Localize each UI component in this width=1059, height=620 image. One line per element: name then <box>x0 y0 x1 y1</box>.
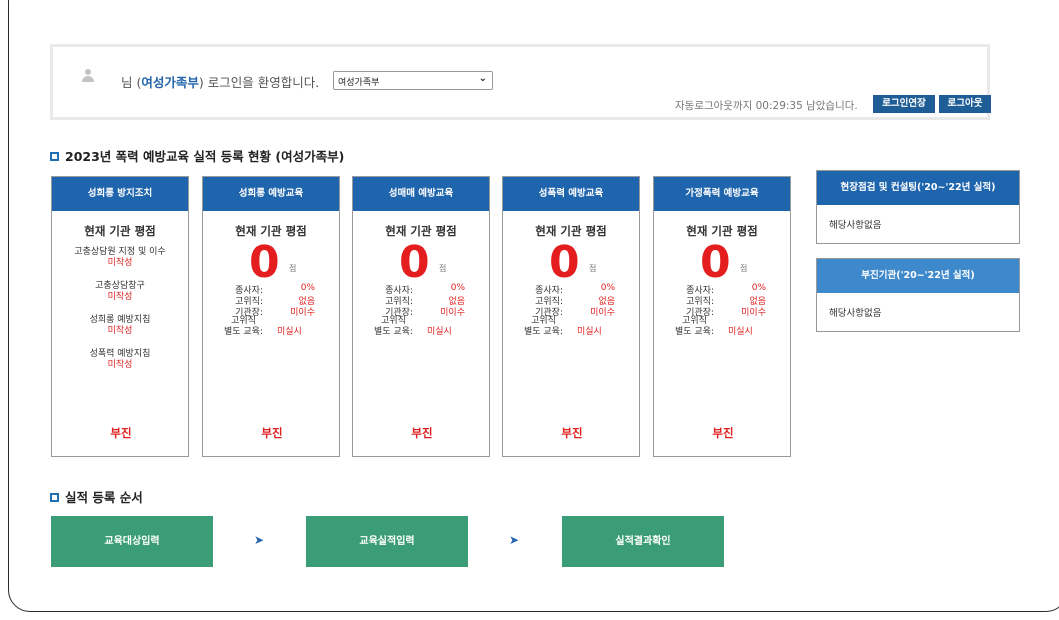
org-name: 여성가족부 <box>141 75 199 90</box>
panel-title: 현장점검 및 컨설팅('20~'22년 실적) <box>817 171 1019 205</box>
card-prostitution-education: 성매매 예방교육 현재 기관 평점 0 점 종사자: 0% 고위직: 없음 기관장:… <box>352 176 490 457</box>
list-item: 고충상담원 지정 및 이수 미작성 <box>74 247 166 268</box>
score-value: 0 <box>399 237 430 288</box>
arrow-right-icon: ➤ <box>254 533 265 547</box>
card-title: 가정폭력 예방교육 <box>654 177 790 211</box>
panel-underperforming-orgs: 부진기관('20~'22년 실적) 해당사항없음 <box>816 258 1020 332</box>
card-title: 성희롱 방지조치 <box>52 177 188 211</box>
logout-button[interactable]: 로그아웃 <box>939 95 991 113</box>
card-harassment-measures: 성희롱 방지조치 현재 기관 평점 고충상담원 지정 및 이수 미작성 고충상담… <box>51 176 189 457</box>
step-check-results-button[interactable]: 실적결과확인 <box>562 516 724 567</box>
section-title-status: 2023년 폭력 예방교육 실적 등록 현황 (여성가족부) <box>50 146 344 165</box>
login-bar: 님 (여성가족부) 로그인을 환영합니다. 여성가족부 ⌄ 자동로그아웃까지 0… <box>50 44 991 120</box>
score-unit: 점 <box>740 264 748 273</box>
org-select[interactable]: 여성가족부 ⌄ <box>333 71 493 90</box>
stats-list: 종사자: 0% 고위직: 없음 기관장: 미이수 고위직 별도 교육: 미실시 <box>223 283 315 337</box>
section-title-order: 실적 등록 순서 <box>50 487 143 506</box>
step-enter-targets-button[interactable]: 교육대상입력 <box>51 516 213 567</box>
square-bullet-icon <box>50 152 59 161</box>
status-badge: 부진 <box>261 426 283 440</box>
extend-login-button[interactable]: 로그인연장 <box>873 95 935 113</box>
card-title: 성희롱 예방교육 <box>203 177 339 211</box>
list-item: 고충상담창구 미작성 <box>95 281 145 302</box>
score-unit: 점 <box>589 264 597 273</box>
score-unit: 점 <box>289 264 297 273</box>
card-title: 성폭력 예방교육 <box>503 177 639 211</box>
card-title: 성매매 예방교육 <box>353 177 489 211</box>
panel-body: 해당사항없음 <box>829 308 882 319</box>
stats-list: 종사자: 0% 고위직: 없음 기관장: 미이수 고위직 별도 교육: 미실시 <box>373 283 465 337</box>
arrow-right-icon: ➤ <box>509 533 520 547</box>
status-badge: 부진 <box>561 426 583 440</box>
square-bullet-icon <box>50 493 59 502</box>
card-harassment-education: 성희롱 예방교육 현재 기관 평점 0 점 종사자: 0% 고위직: 없음 기관장:… <box>202 176 340 457</box>
chevron-down-icon: ⌄ <box>478 73 487 84</box>
status-badge: 부진 <box>110 426 132 440</box>
score-value: 0 <box>549 237 580 288</box>
score-value: 0 <box>249 237 280 288</box>
card-domestic-violence-education: 가정폭력 예방교육 현재 기관 평점 0 점 종사자: 0% 고위직: 없음 기관장… <box>653 176 791 457</box>
user-icon <box>81 69 95 83</box>
card-subtitle: 현재 기관 평점 <box>84 224 156 238</box>
list-item: 성희롱 예방지침 미작성 <box>89 315 151 336</box>
step-enter-results-button[interactable]: 교육실적입력 <box>306 516 468 567</box>
score-unit: 점 <box>439 264 447 273</box>
auto-logout-timer: 자동로그아웃까지 00:29:35 남았습니다. <box>675 100 858 112</box>
panel-title: 부진기관('20~'22년 실적) <box>817 259 1019 293</box>
card-sexual-violence-education: 성폭력 예방교육 현재 기관 평점 0 점 종사자: 0% 고위직: 없음 기관장:… <box>502 176 640 457</box>
stats-list: 종사자: 0% 고위직: 없음 기관장: 미이수 고위직 별도 교육: 미실시 <box>674 283 766 337</box>
list-item: 성폭력 예방지침 미작성 <box>89 349 151 370</box>
status-badge: 부진 <box>411 426 433 440</box>
score-value: 0 <box>700 237 731 288</box>
status-badge: 부진 <box>712 426 734 440</box>
panel-inspection-consulting: 현장점검 및 컨설팅('20~'22년 실적) 해당사항없음 <box>816 170 1020 244</box>
panel-body: 해당사항없음 <box>829 220 882 231</box>
stats-list: 종사자: 0% 고위직: 없음 기관장: 미이수 고위직 별도 교육: 미실시 <box>523 283 615 337</box>
welcome-message: 님 (여성가족부) 로그인을 환영합니다. <box>121 75 320 90</box>
